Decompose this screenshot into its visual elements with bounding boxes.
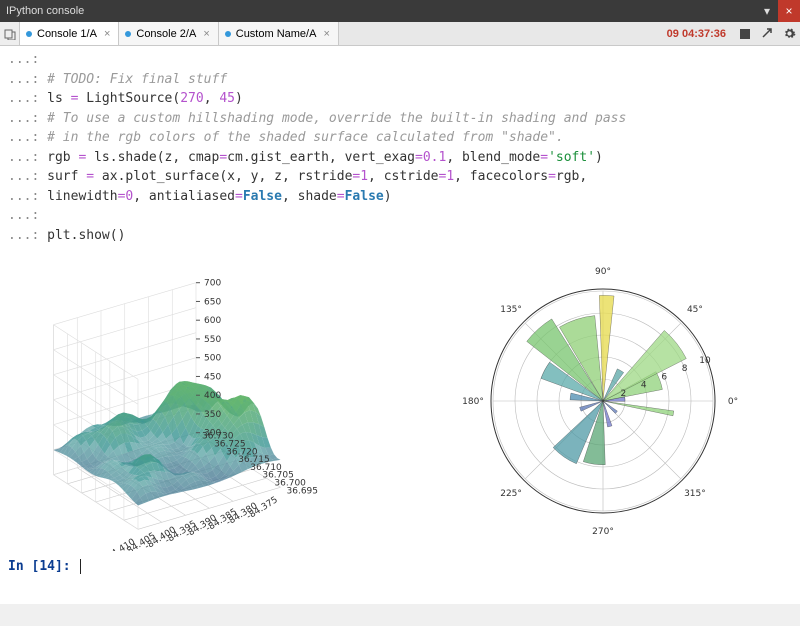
code-block: ...: ...: # TODO: Fix final stuff ...: l… <box>8 50 792 245</box>
tab-label: Console 1/A <box>37 28 97 40</box>
tab-bar: Console 1/A × Console 2/A × Custom Name/… <box>0 22 800 46</box>
clear-icon[interactable] <box>756 22 778 45</box>
svg-text:700: 700 <box>204 279 221 289</box>
svg-text:90°: 90° <box>595 267 611 277</box>
svg-text:6: 6 <box>661 372 667 382</box>
tab-close-icon[interactable]: × <box>321 28 331 40</box>
svg-text:600: 600 <box>204 316 221 326</box>
tab-console-2[interactable]: Console 2/A × <box>119 22 218 45</box>
tab-console-1[interactable]: Console 1/A × <box>20 22 119 45</box>
svg-text:135°: 135° <box>500 305 522 315</box>
svg-text:0°: 0° <box>728 397 738 407</box>
svg-text:315°: 315° <box>684 489 706 499</box>
gear-icon[interactable] <box>778 22 800 45</box>
svg-text:350: 350 <box>204 410 221 420</box>
surface3d-plot: 30035040045050055060065070036.69536.7003… <box>12 251 372 551</box>
svg-text:550: 550 <box>204 335 221 345</box>
tab-label: Console 2/A <box>136 28 196 40</box>
input-prompt[interactable]: In [14]: <box>8 557 792 577</box>
svg-text:650: 650 <box>204 297 221 307</box>
tab-close-icon[interactable]: × <box>201 28 211 40</box>
close-icon[interactable]: × <box>778 0 800 22</box>
console-output[interactable]: ...: ...: # TODO: Fix final stuff ...: l… <box>0 46 800 604</box>
overflow-icon[interactable]: ▾ <box>756 0 778 22</box>
svg-text:4: 4 <box>641 381 647 391</box>
tab-indicator-icon <box>225 31 231 37</box>
tab-label: Custom Name/A <box>236 28 317 40</box>
svg-text:225°: 225° <box>500 489 522 499</box>
svg-text:36.730: 36.730 <box>202 432 234 442</box>
svg-text:270°: 270° <box>592 527 614 537</box>
new-tab-button[interactable] <box>0 22 20 45</box>
tab-indicator-icon <box>125 31 131 37</box>
title-bar: IPython console ▾ × <box>0 0 800 22</box>
tab-custom-name[interactable]: Custom Name/A × <box>219 22 339 45</box>
svg-text:450: 450 <box>204 372 221 382</box>
svg-text:500: 500 <box>204 354 221 364</box>
svg-text:180°: 180° <box>462 397 484 407</box>
plot-area: 30035040045050055060065070036.69536.7003… <box>12 251 788 551</box>
window-title: IPython console <box>6 5 84 17</box>
svg-text:45°: 45° <box>687 305 703 315</box>
tab-close-icon[interactable]: × <box>102 28 112 40</box>
svg-text:400: 400 <box>204 391 221 401</box>
svg-text:2: 2 <box>621 389 627 399</box>
prompt-label: In [14]: <box>8 559 78 574</box>
svg-text:8: 8 <box>682 364 688 374</box>
elapsed-time: 09 04:37:36 <box>659 22 734 45</box>
stop-icon[interactable] <box>734 22 756 45</box>
polar-bar-plot: 0° 45° 90° 135° 180° 225° 270° 315° 2 4 6 8 10 <box>428 251 788 551</box>
tab-indicator-icon <box>26 31 32 37</box>
svg-text:10: 10 <box>699 356 711 366</box>
